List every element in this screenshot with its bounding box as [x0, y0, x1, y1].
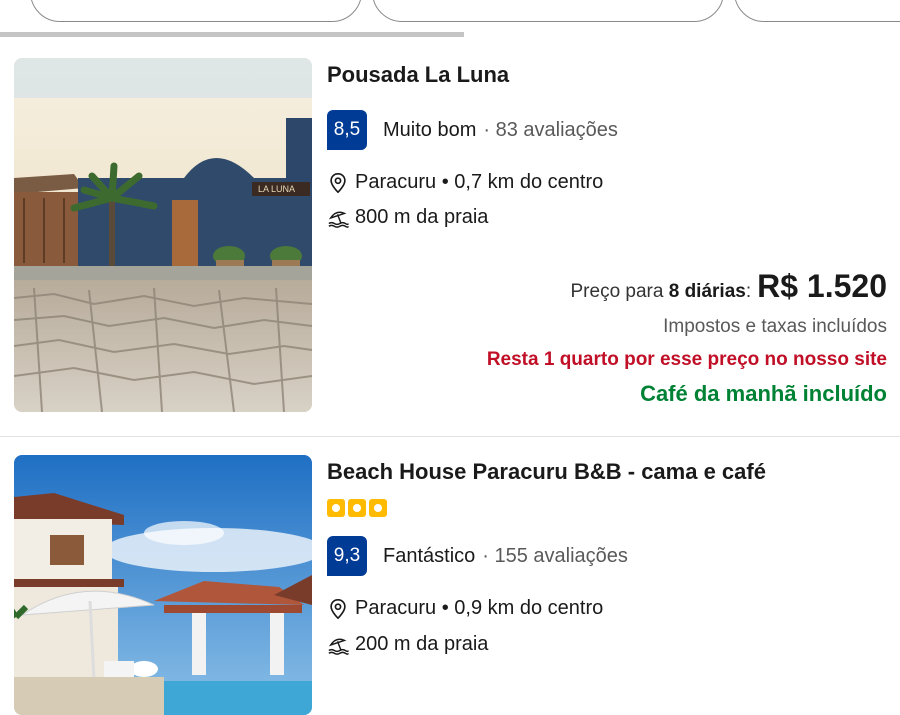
map-pin-icon: [330, 598, 346, 619]
rating-word: Fantástico: [383, 544, 476, 567]
property-photo[interactable]: [14, 455, 312, 715]
rating-word: Muito bom: [383, 118, 477, 141]
breakfast-included: Café da manhã incluído: [640, 381, 887, 406]
location-text: Paracuru • 0,9 km do centro: [355, 597, 604, 619]
price-line: Preço para 8 diárias: R$ 1.520: [571, 268, 888, 305]
price-label: Preço para 8 diárias:: [570, 281, 752, 302]
beach-umbrella-icon: [328, 211, 349, 228]
star-icon: [369, 499, 387, 517]
filter-chip[interactable]: [30, 0, 362, 22]
property-photo[interactable]: LA LUNA: [14, 58, 312, 412]
beach-distance-row: 200 m da praia: [327, 633, 488, 656]
location-text: Paracuru • 0,7 km do centro: [355, 171, 604, 193]
review-count: · 83 avaliações: [483, 118, 618, 141]
property-title[interactable]: Pousada La Luna: [327, 62, 509, 88]
property-card[interactable]: LA LUNA Pousada La Luna 8,5 Muito bom · …: [0, 58, 900, 437]
property-title[interactable]: Beach House Paracuru B&B - cama e café: [327, 459, 766, 485]
sign-text: LA LUNA: [258, 184, 295, 194]
star-icon: [348, 499, 366, 517]
map-pin-icon: [330, 172, 346, 193]
filter-chip[interactable]: [372, 0, 724, 22]
review-score-badge: 8,5: [327, 110, 367, 150]
beach-umbrella-icon: [328, 638, 349, 655]
taxes-note: Impostos e taxas incluídos: [663, 316, 887, 337]
beach-distance-text: 200 m da praia: [355, 633, 489, 655]
rating-row: 8,5 Muito bom · 83 avaliações: [327, 110, 618, 150]
review-score-badge: 9,3: [327, 536, 367, 576]
beach-distance-row: 800 m da praia: [327, 206, 488, 229]
star-rating: [327, 499, 387, 517]
rating-row: 9,3 Fantástico · 155 avaliações: [327, 536, 628, 576]
filter-chip[interactable]: [734, 0, 900, 22]
location-row: Paracuru • 0,7 km do centro: [327, 171, 603, 194]
horizontal-scrollbar[interactable]: [0, 32, 464, 37]
price-value: R$ 1.520: [757, 268, 887, 304]
price-nights: 8 diárias: [668, 281, 746, 302]
review-count: · 155 avaliações: [482, 544, 628, 567]
property-card[interactable]: Beach House Paracuru B&B - cama e café 9…: [0, 455, 900, 715]
star-icon: [327, 499, 345, 517]
location-row: Paracuru • 0,9 km do centro: [327, 597, 603, 620]
scarcity-message: Resta 1 quarto por esse preço no nosso s…: [486, 349, 887, 370]
beach-distance-text: 800 m da praia: [355, 206, 489, 228]
